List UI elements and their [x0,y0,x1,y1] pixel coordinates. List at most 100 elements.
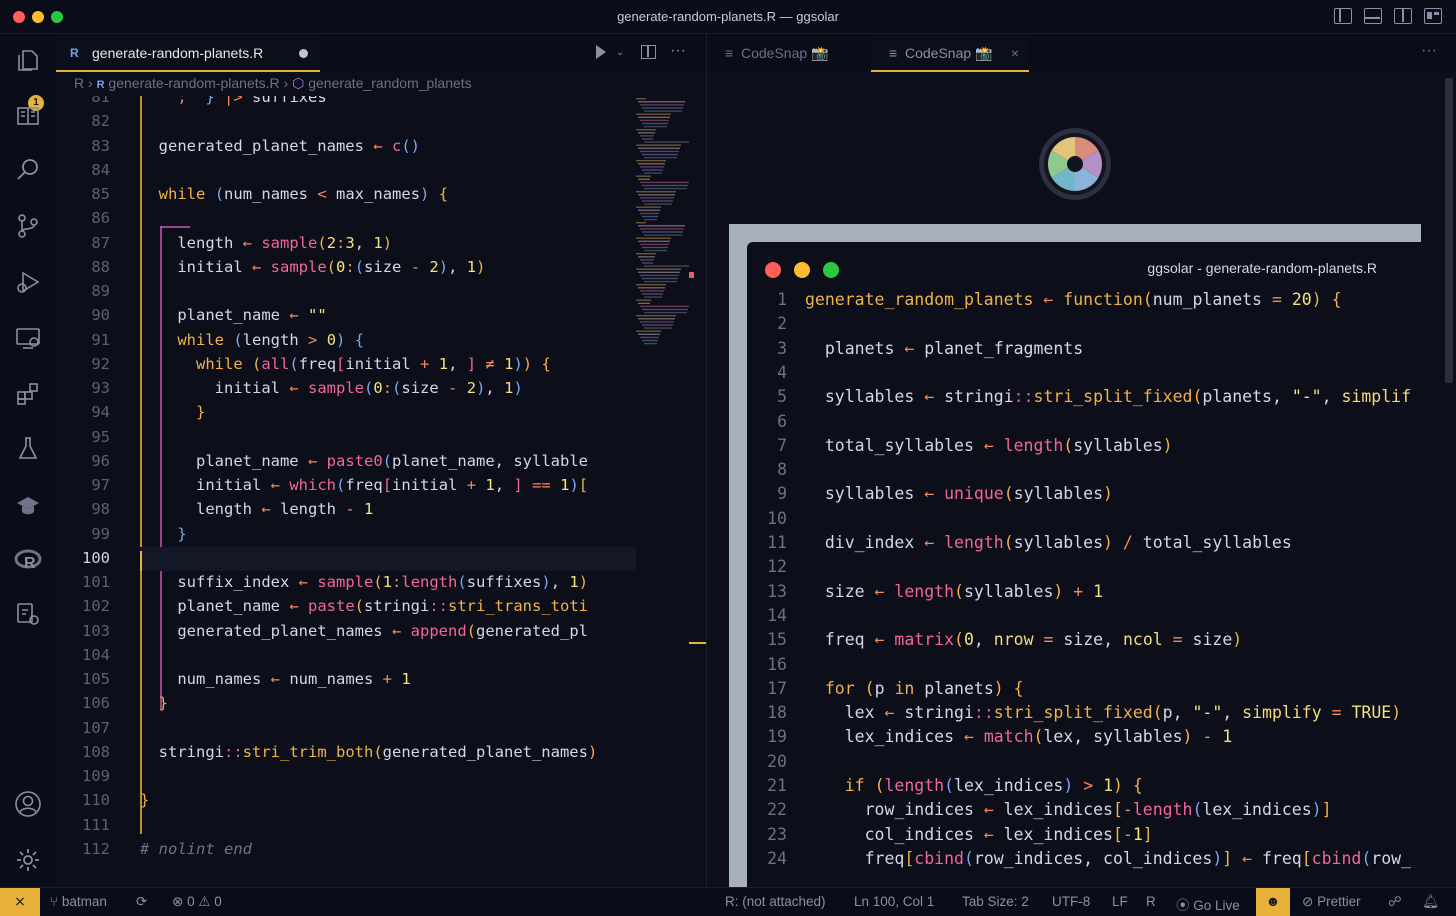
line-number: 97 [91,476,110,494]
minimap-line [636,175,651,177]
activity-bar: 1 R [0,34,56,887]
code-editor[interactable]: 81 ; } |> suffixes 82 83 generated_planet_… [56,96,636,887]
minimap-line [638,333,660,335]
r-session-status[interactable]: R: (not attached) [725,894,826,909]
line-number: 85 [91,185,110,203]
branch-indicator[interactable]: ⑂ batman [50,894,107,909]
manage-gear-icon[interactable] [14,846,42,874]
snap-line-number: 16 [767,654,787,674]
testing-icon[interactable] [14,434,42,462]
remote-explorer-icon[interactable] [14,324,42,352]
minimap-line [642,107,683,109]
minimap-line [636,191,676,193]
minimap-line [640,274,679,277]
line-number: 90 [91,306,110,325]
search-icon[interactable] [14,156,42,184]
toggle-secondary-sidebar-icon[interactable] [1394,8,1412,24]
tab-size[interactable]: Tab Size: 2 [962,894,1029,909]
minimap-line [638,302,650,304]
gitlens-settings-icon[interactable] [14,600,42,628]
snap-line-number: 20 [767,751,787,771]
go-live-button[interactable]: ⦿ Go Live [1176,894,1240,914]
codesnap-frame: ggsolar - generate-random-planets.R 1 gen… [729,224,1421,904]
minimap-line [638,256,655,258]
snap-line-number: 19 [767,727,787,747]
minimap-line [636,160,666,162]
minimap-line [642,200,673,202]
tab-codesnap-2[interactable]: ≡ CodeSnap 📸 × [871,34,1029,72]
cursor-position[interactable]: Ln 100, Col 1 [854,894,934,909]
breadcrumb-file[interactable]: generate-random-planets.R [108,75,279,91]
prettier-status[interactable]: ⊘ Prettier [1302,894,1361,910]
breadcrumb-symbol[interactable]: generate_random_planets [308,75,471,91]
minimap[interactable] [634,96,694,356]
minimap-line [640,228,684,230]
copilot-icon[interactable]: ☻ [1256,888,1290,916]
minimap-line [640,166,664,168]
snap-code-line: syllables ← stringi::stri_split_fixed(pl… [805,387,1412,407]
snap-line-number: 24 [767,848,787,868]
text-cursor [140,550,142,571]
minimap-line [636,253,656,255]
line-number: 111 [82,815,110,834]
editor-scrollbar[interactable] [689,96,706,887]
line-number: 105 [82,670,110,688]
line-number: 110 [82,791,110,810]
encoding[interactable]: UTF-8 [1052,894,1090,909]
pane-scrollbar[interactable] [1445,78,1453,383]
r-file-icon: R [70,46,79,60]
code-line: } [158,694,169,713]
minimap-line [644,249,667,252]
code-line: while (all(freq[initial + 1, ] ≠ 1)) { [196,354,551,373]
problems-indicator[interactable]: ⊗ 0 ⚠ 0 [172,894,222,910]
shutter-logo-icon[interactable] [1037,126,1113,202]
snap-line-number: 12 [767,557,787,577]
remote-indicator-icon[interactable]: ⨯ [0,888,40,916]
minimap-line [642,122,668,125]
code-line: initial ← sample(0:(size - 2), 1) [140,379,523,397]
source-control-icon[interactable] [14,212,42,240]
toggle-panel-icon[interactable] [1364,8,1382,24]
split-editor-icon[interactable] [641,45,656,59]
tab-generate-random-planets[interactable]: R generate-random-planets.R [56,34,320,72]
notifications-bell-icon[interactable]: 🔔︎ [1422,894,1439,910]
minimap-line [636,144,681,146]
book-icon[interactable] [14,102,42,130]
code-line: } [177,524,187,543]
language-mode[interactable]: R [1146,894,1156,909]
snap-line-number: 4 [777,362,787,382]
minimap-line [640,305,689,308]
minimap-line [642,339,658,342]
customize-layout-icon[interactable] [1424,8,1442,24]
accounts-icon[interactable] [14,790,42,818]
breadcrumb-root[interactable]: R [74,75,84,91]
editor-group: R generate-random-planets.R ⌄ ··· R › R … [56,34,706,887]
close-tab-icon[interactable]: × [1011,34,1019,72]
sync-icon[interactable]: ⟳ [136,894,147,910]
snap-code-line: syllables ← unique(syllables) [805,484,1113,504]
run-icon[interactable] [596,45,606,59]
chevron-down-icon[interactable]: ⌄ [616,47,624,58]
feedback-icon[interactable]: ☍ [1388,894,1402,910]
more-actions-icon[interactable]: ··· [1421,42,1437,60]
extensions-icon[interactable] [14,380,42,408]
code-line: initial ← which(freq[initial + 1, ] == 1… [140,476,589,494]
minimap-line [636,315,676,317]
toggle-primary-sidebar-icon[interactable] [1334,8,1352,24]
r-language-icon[interactable]: R [14,546,42,574]
prettier-slash-icon: ⊘ [1302,894,1318,909]
explorer-icon[interactable] [14,46,42,74]
line-number: 98 [91,500,110,519]
graduation-cap-icon[interactable] [14,492,42,520]
snap-code-line: lex_indices ← match(lex, syllables) - 1 [805,727,1233,747]
snap-line-number: 9 [777,484,787,504]
code-line: suffix_index ← sample(1:length(suffixes)… [140,573,589,591]
line-number: 92 [91,354,110,373]
run-debug-icon[interactable] [14,268,42,296]
minimap-line [638,194,675,196]
end-of-line[interactable]: LF [1112,894,1128,909]
minimap-line [636,113,671,115]
unsaved-dot-icon[interactable] [299,49,308,58]
tab-codesnap-1[interactable]: ≡ CodeSnap 📸 [707,34,857,72]
more-actions-icon[interactable]: ··· [670,42,686,60]
